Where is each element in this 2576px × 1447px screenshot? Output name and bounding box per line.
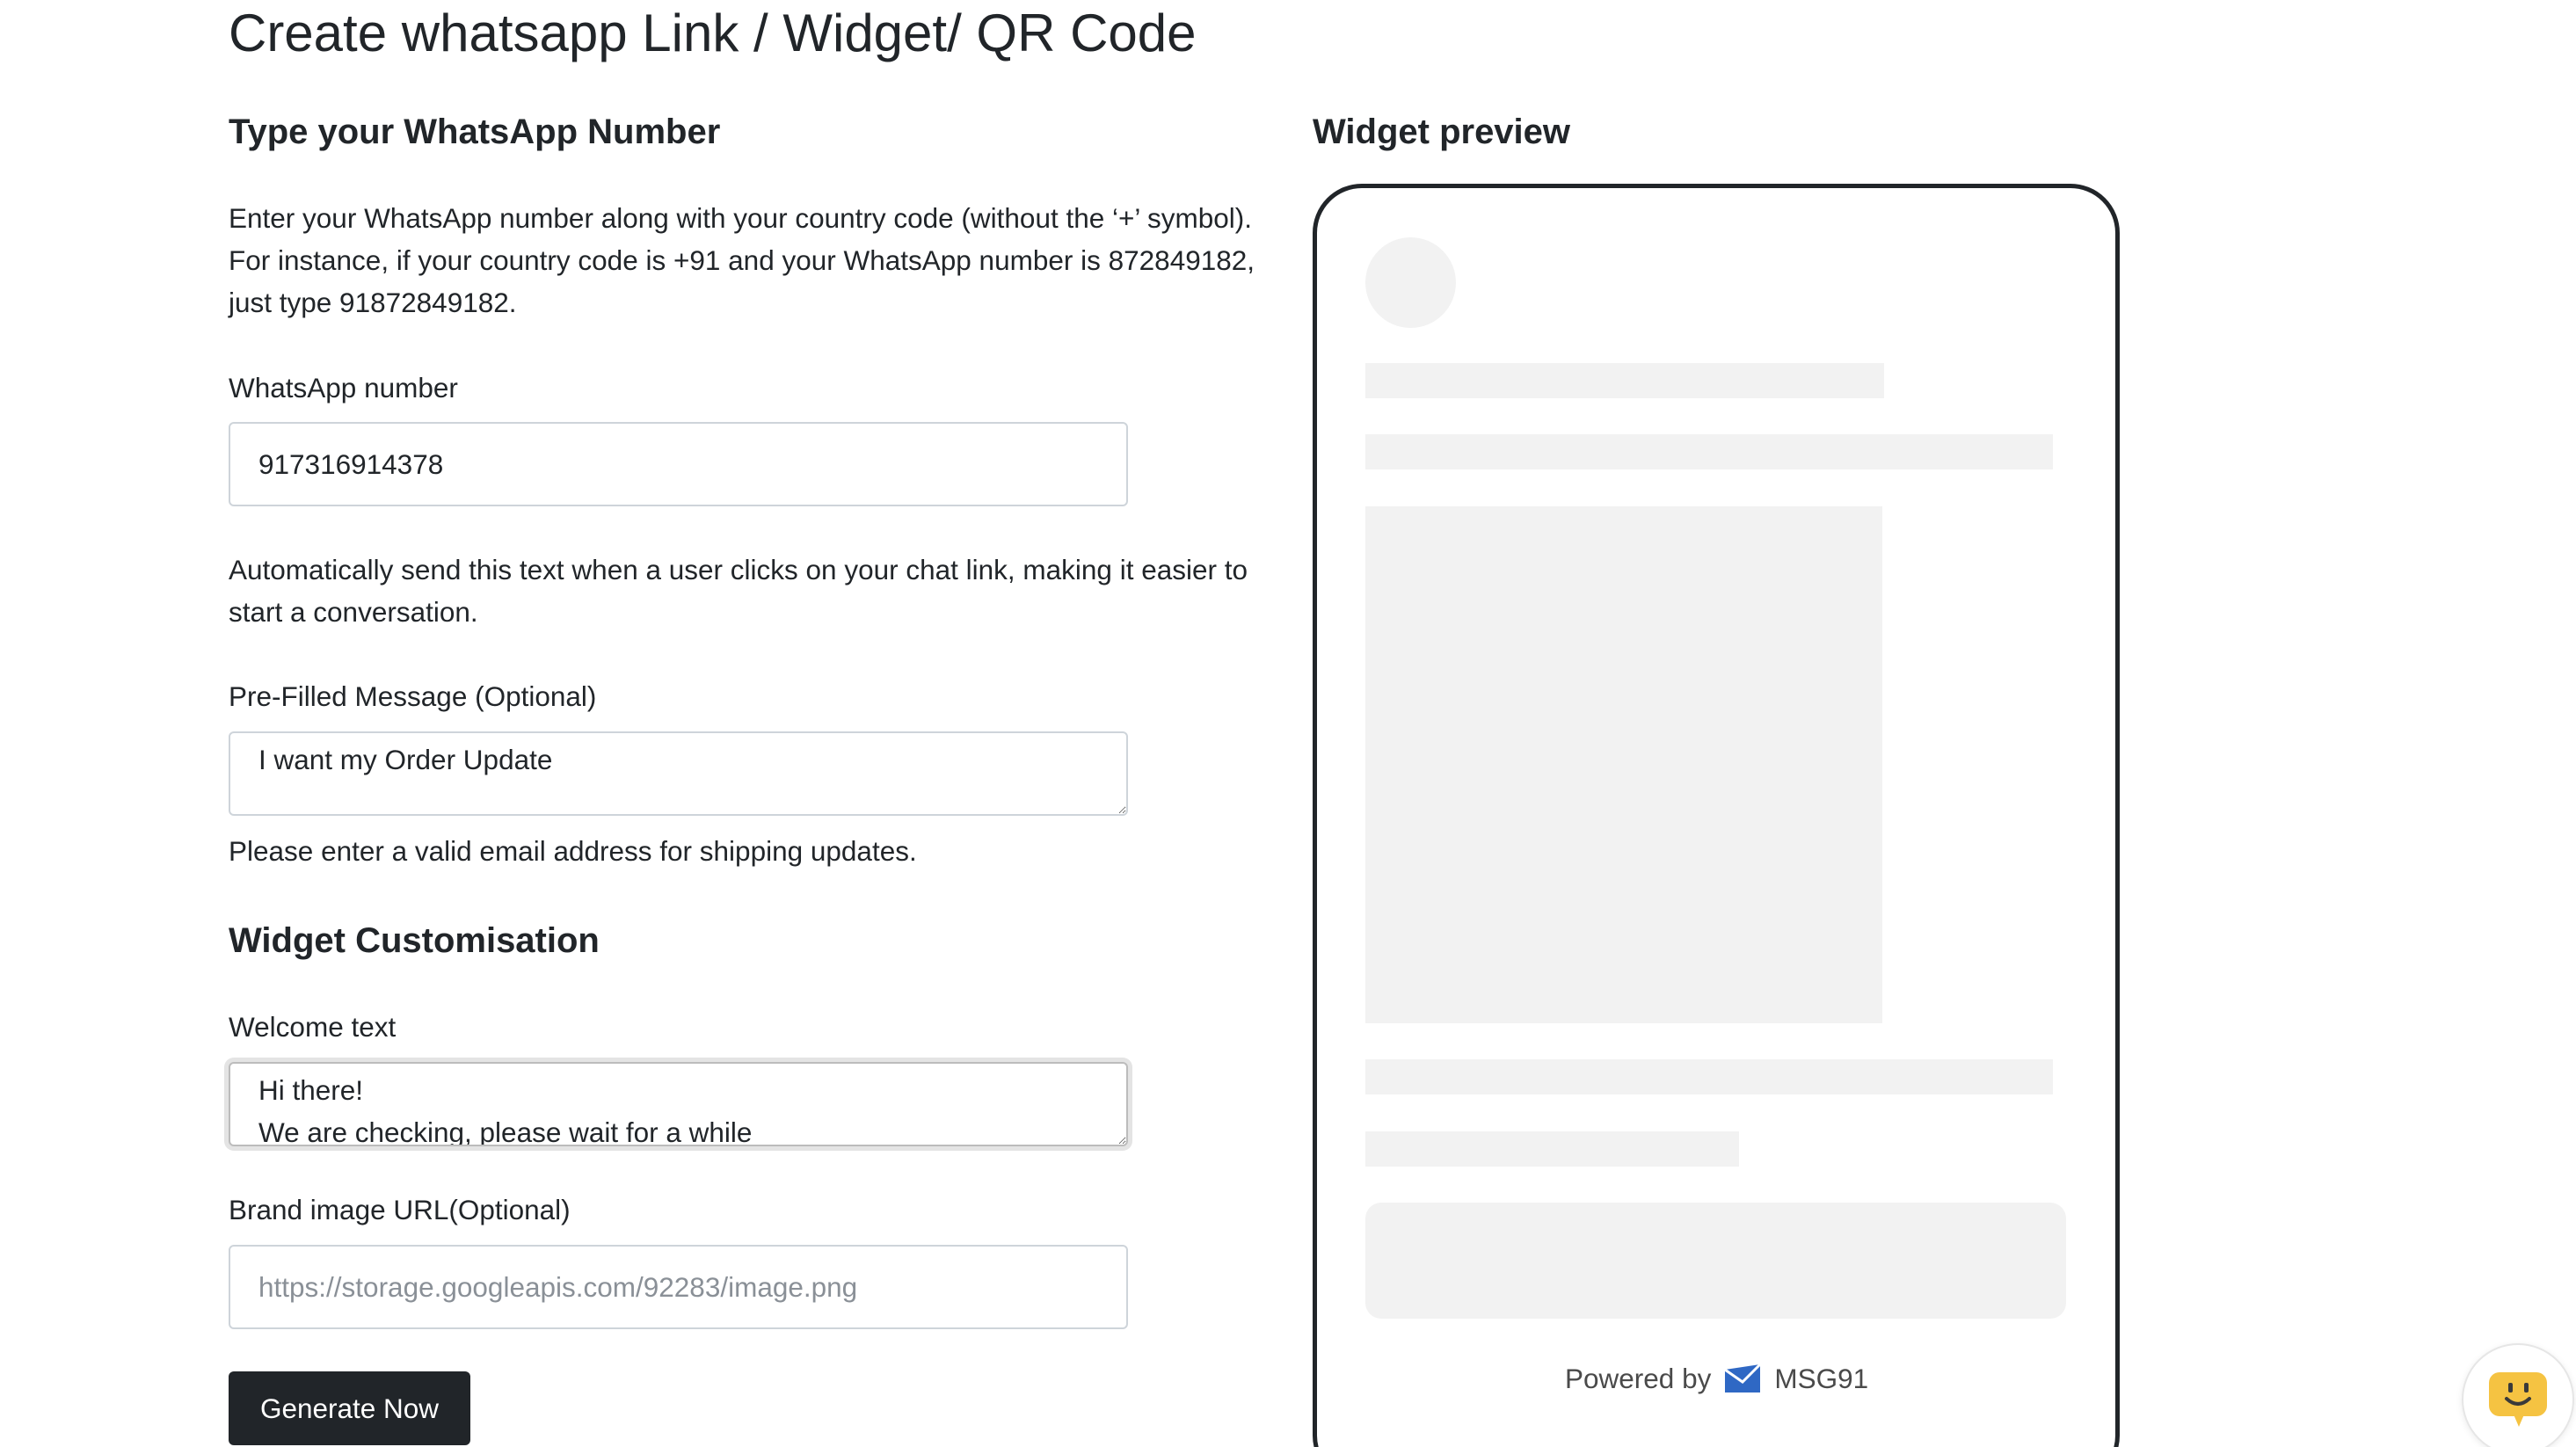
msg91-envelope-icon — [1724, 1363, 1762, 1392]
message-description: Automatically send this text when a user… — [229, 554, 1248, 628]
prefilled-message-label: Pre-Filled Message (Optional) — [229, 680, 597, 712]
preview-line-placeholder — [1365, 363, 1884, 398]
powered-by-label: Powered by — [1565, 1362, 1712, 1394]
prefilled-message-textarea[interactable]: I want my Order Update — [229, 731, 1128, 816]
welcome-text-textarea[interactable]: Hi there! We are checking, please wait f… — [229, 1062, 1128, 1146]
customisation-heading: Widget Customisation — [229, 921, 600, 960]
preview-image-placeholder — [1365, 506, 1882, 1023]
whatsapp-number-input[interactable] — [229, 422, 1128, 506]
preview-line-placeholder — [1365, 1059, 2053, 1094]
brand-image-url-input[interactable] — [229, 1245, 1128, 1329]
preview-button-placeholder — [1365, 1203, 2066, 1319]
page-title: Create whatsapp Link / Widget/ QR Code — [229, 4, 1197, 62]
preview-avatar-placeholder — [1365, 237, 1456, 328]
prefilled-message-helper: Please enter a valid email address for s… — [229, 835, 917, 867]
msg91-brand-name: MSG91 — [1774, 1362, 1869, 1394]
widget-preview-heading: Widget preview — [1313, 113, 1571, 151]
welcome-text-label: Welcome text — [229, 1011, 397, 1043]
number-description: Enter your WhatsApp number along with yo… — [229, 202, 1255, 318]
feedback-widget-button[interactable] — [2462, 1343, 2574, 1447]
generate-now-button[interactable]: Generate Now — [229, 1371, 470, 1445]
smiley-chat-icon — [2489, 1372, 2547, 1427]
powered-by: Powered by MSG91 — [1565, 1357, 1868, 1400]
number-section-heading: Type your WhatsApp Number — [229, 113, 721, 151]
preview-line-placeholder — [1365, 434, 2053, 469]
preview-line-placeholder — [1365, 1131, 1739, 1167]
page: Create whatsapp Link / Widget/ QR Code T… — [0, 0, 2576, 1447]
whatsapp-number-label: WhatsApp number — [229, 372, 458, 404]
brand-image-label: Brand image URL(Optional) — [229, 1194, 571, 1225]
